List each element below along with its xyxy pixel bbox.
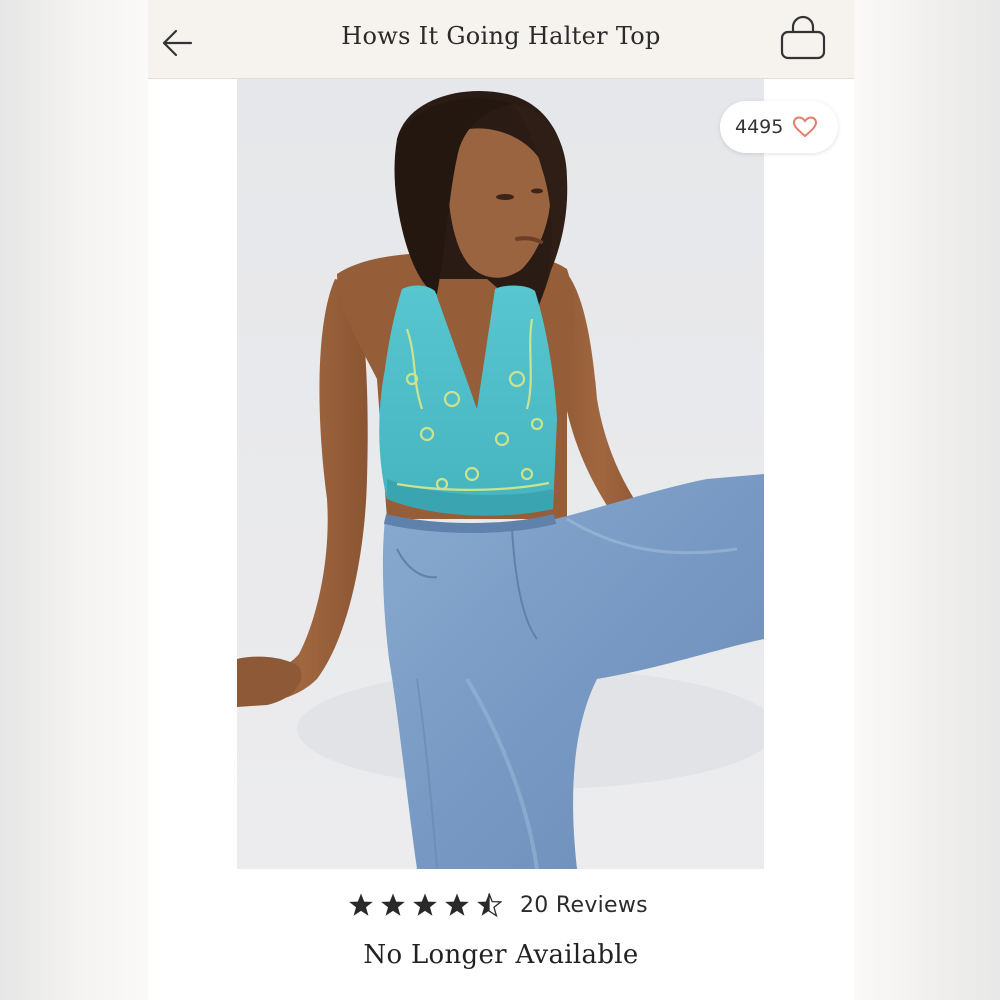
favorite-button[interactable]: 4495 (720, 101, 838, 153)
shopping-bag-icon (780, 15, 826, 60)
rating-row: 20 Reviews (148, 888, 854, 924)
star-full-icon (413, 893, 437, 916)
top-bar: Hows It Going Halter Top (148, 0, 854, 79)
star-rating (348, 892, 502, 920)
availability-status: No Longer Available (363, 940, 639, 970)
product-page: Hows It Going Halter Top 4495 20 Reviews… (148, 0, 854, 1000)
shopping-bag-button[interactable] (778, 14, 828, 64)
page-title: Hows It Going Halter Top (341, 22, 661, 50)
product-photo (237, 79, 764, 869)
star-full-icon (445, 893, 469, 916)
heart-outline-icon (792, 116, 818, 138)
favorite-count: 4495 (735, 116, 784, 138)
star-half-icon (477, 893, 502, 918)
reviews-link[interactable]: 20 Reviews (520, 893, 648, 918)
star-full-icon (349, 893, 373, 916)
star-full-icon (381, 893, 405, 916)
product-image[interactable] (237, 79, 764, 869)
